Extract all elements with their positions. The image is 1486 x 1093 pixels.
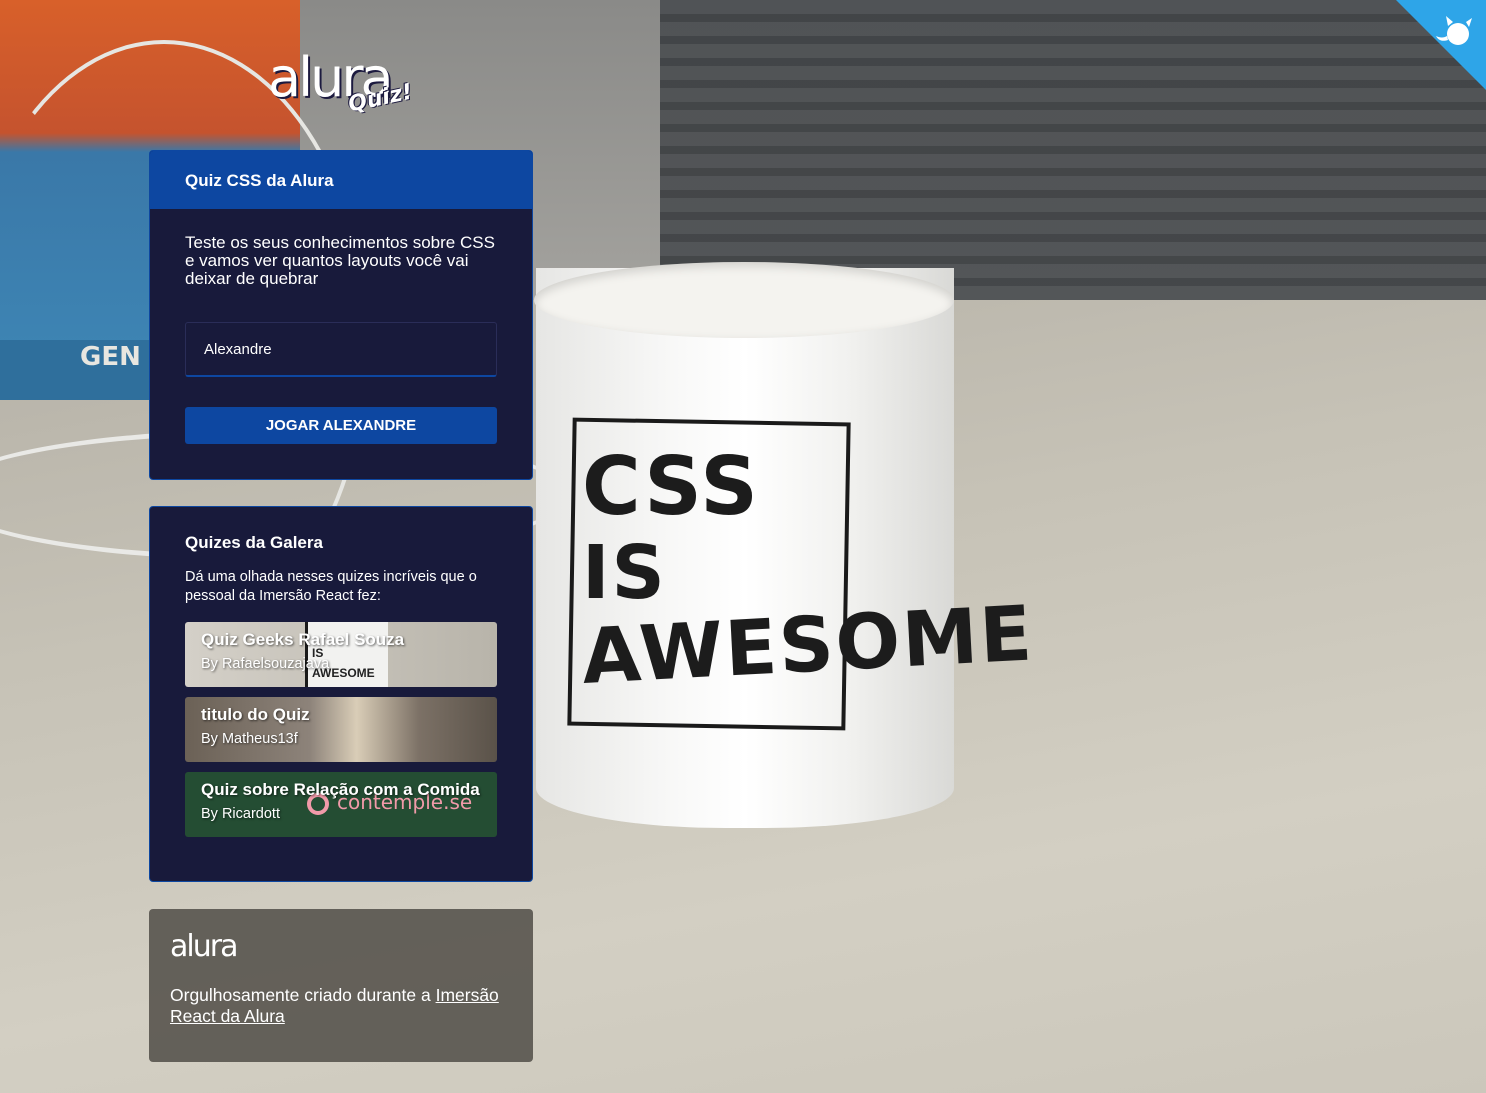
footer-card: alura Orgulhosamente criado durante a Im…	[149, 909, 533, 1062]
quiz-item-author: By Ricardott	[201, 806, 280, 822]
footer-text: Orgulhosamente criado durante a Imersão …	[170, 985, 512, 1027]
footer-text-prefix: Orgulhosamente criado durante a	[170, 985, 436, 1005]
community-quiz-item[interactable]: IS AWESOME Quiz Geeks Rafael Souza By Ra…	[185, 622, 497, 687]
quiz-item-author: By Rafaelsouzajava	[201, 656, 330, 672]
quiz-item-author: By Matheus13f	[201, 731, 298, 747]
community-title: Quizes da Galera	[185, 533, 323, 552]
player-name-input[interactable]: Alexandre	[185, 322, 497, 377]
quiz-item-title: Quiz sobre Relação com a Comida	[201, 780, 480, 799]
mug-text-line-2: IS	[582, 530, 667, 616]
main-card-title: Quiz CSS da Alura	[150, 151, 532, 209]
mug-text-line-1: CSS	[582, 440, 760, 533]
main-card-description: Teste os seus conhecimentos sobre CSS e …	[185, 233, 495, 288]
community-quiz-item[interactable]: contemple.se Quiz sobre Relação com a Co…	[185, 772, 497, 837]
quiz-item-title: titulo do Quiz	[201, 705, 310, 724]
alura-quiz-logo: alura Quiz!	[268, 48, 418, 124]
main-quiz-card: Quiz CSS da Alura Teste os seus conhecim…	[149, 150, 533, 480]
play-button[interactable]: JOGAR ALEXANDRE	[185, 407, 497, 444]
community-quizzes-card: Quizes da Galera Dá uma olhada nesses qu…	[149, 506, 533, 882]
quiz-item-title: Quiz Geeks Rafael Souza	[201, 630, 405, 649]
background-mug-rim	[534, 262, 954, 338]
github-corner-link[interactable]	[1396, 0, 1486, 90]
footer-alura-logo[interactable]: alura	[170, 931, 512, 963]
community-description: Dá uma olhada nesses quizes incríveis qu…	[185, 569, 477, 604]
community-quiz-item[interactable]: titulo do Quiz By Matheus13f	[185, 697, 497, 762]
